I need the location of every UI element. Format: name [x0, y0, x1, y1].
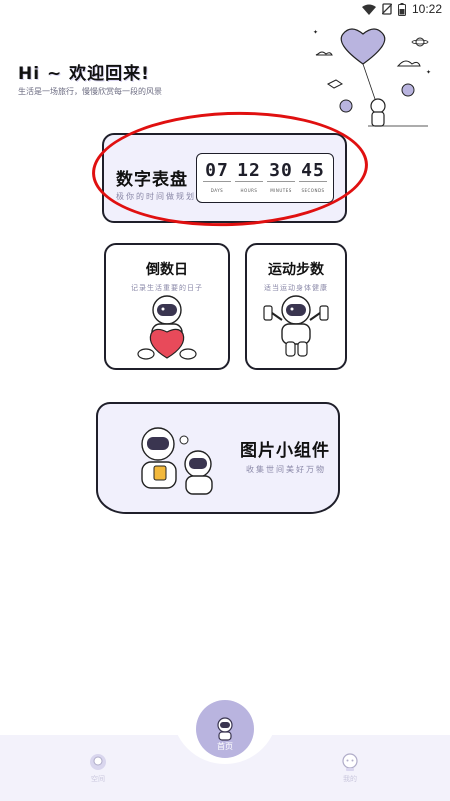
flip-minutes-value: 30 [267, 160, 295, 182]
flip-unit-seconds: 45 SECONDS [299, 160, 327, 193]
greeting-subtitle: 生活是一场旅行，慢慢欣赏每一段的风景 [18, 87, 162, 96]
astronaut-heart-illustration [137, 295, 197, 360]
rocket-astronaut-icon [90, 754, 106, 770]
nav-tab-mine-label: 我的 [343, 775, 357, 783]
no-sim-icon [381, 3, 392, 15]
flip-minutes-label: MINUTES [270, 188, 292, 193]
status-time: 10:22 [411, 2, 442, 16]
mascot-profile-icon [342, 753, 358, 771]
flip-days-label: DAYS [210, 188, 224, 193]
status-icons: 10:22 [361, 2, 442, 16]
battery-icon [397, 2, 406, 16]
flip-hours-label: HOURS [240, 188, 258, 193]
flip-days-value: 07 [203, 160, 231, 182]
nav-tab-home-label: 首页 [217, 742, 233, 751]
flip-hours-value: 12 [235, 160, 263, 182]
flip-unit-hours: 12 HOURS [235, 160, 263, 193]
steps-title: 运动步数 [268, 262, 324, 278]
svg-text:✦: ✦ [426, 69, 431, 76]
astronauts-reading-illustration [141, 427, 213, 495]
steps-card[interactable]: 运动步数 适当运动身体健康 [245, 243, 347, 370]
photo-widget-title: 图片小组件 [240, 441, 330, 461]
flip-clock: 07 DAYS 12 HOURS 30 MINUTES 45 SECONDS [196, 153, 334, 203]
astronaut-dumbbell-illustration [263, 295, 329, 357]
digital-clock-title: 数字表盘 [116, 170, 188, 190]
svg-text:✦: ✦ [313, 29, 318, 36]
steps-subtitle: 适当运动身体健康 [264, 284, 328, 292]
countdown-card[interactable]: 倒数日 记录生活重要的日子 [104, 243, 230, 370]
nav-tab-space-label: 空间 [91, 775, 105, 783]
photo-widget-subtitle: 收集世间美好万物 [246, 465, 326, 474]
wifi-icon [361, 4, 376, 15]
digital-clock-card[interactable]: 数字表盘 极你的时间做规划 07 DAYS 12 HOURS 30 MINUTE… [102, 133, 347, 223]
astronaut-balloon-illustration: ✦ ✦ [313, 28, 431, 127]
flip-unit-minutes: 30 MINUTES [267, 160, 295, 193]
status-bar: 10:22 [0, 0, 450, 22]
countdown-title: 倒数日 [146, 262, 188, 278]
astronaut-home-icon [217, 717, 233, 741]
flip-unit-days: 07 DAYS [203, 160, 231, 193]
photo-widget-card[interactable]: 图片小组件 收集世间美好万物 [96, 402, 340, 514]
flip-seconds-label: SECONDS [301, 188, 325, 193]
flip-seconds-value: 45 [299, 160, 327, 182]
digital-clock-subtitle: 极你的时间做规划 [116, 192, 196, 201]
nav-tab-mine[interactable]: 我的 [330, 752, 370, 784]
greeting-title: Hi ~ 欢迎回来! [18, 64, 150, 84]
nav-tab-space[interactable]: 空间 [78, 752, 118, 784]
countdown-subtitle: 记录生活重要的日子 [131, 284, 203, 292]
